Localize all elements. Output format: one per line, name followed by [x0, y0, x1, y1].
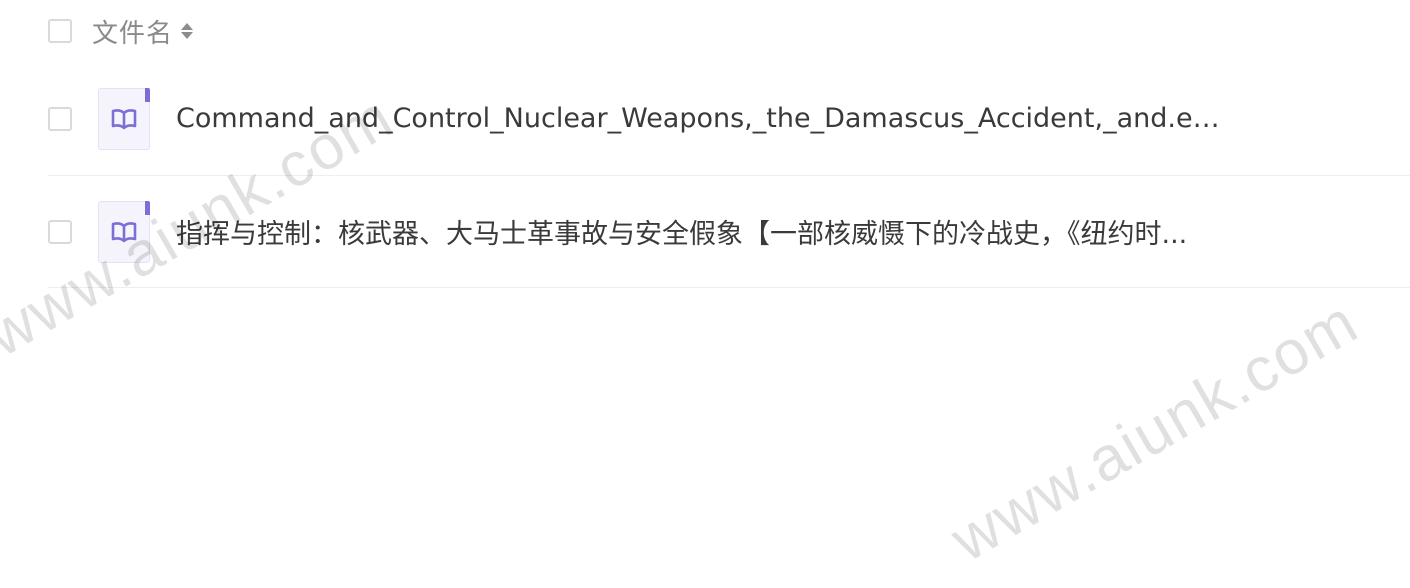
row-checkbox[interactable]	[48, 106, 72, 131]
file-row[interactable]: 指挥与控制：核武器、大马士革事故与安全假象【一部核威慑下的冷战史，《纽约时...	[48, 176, 1410, 288]
select-all-checkbox[interactable]	[48, 19, 72, 43]
book-icon	[98, 87, 150, 150]
file-name[interactable]: 指挥与控制：核武器、大马士革事故与安全假象【一部核威慑下的冷战史，《纽约时...	[176, 212, 1187, 251]
row-checkbox[interactable]	[48, 219, 72, 244]
filename-column-header[interactable]: 文件名	[92, 13, 173, 50]
file-list: 文件名 Command_and_Control_Nuclear_Weapons,…	[48, 0, 1410, 288]
sort-toggle-icon[interactable]	[181, 19, 194, 43]
book-icon	[98, 200, 150, 263]
watermark: www.aiunk.com	[940, 287, 1371, 576]
file-name[interactable]: Command_and_Control_Nuclear_Weapons,_the…	[176, 103, 1236, 134]
file-row[interactable]: Command_and_Control_Nuclear_Weapons,_the…	[48, 62, 1410, 176]
file-list-header: 文件名	[48, 0, 1410, 62]
